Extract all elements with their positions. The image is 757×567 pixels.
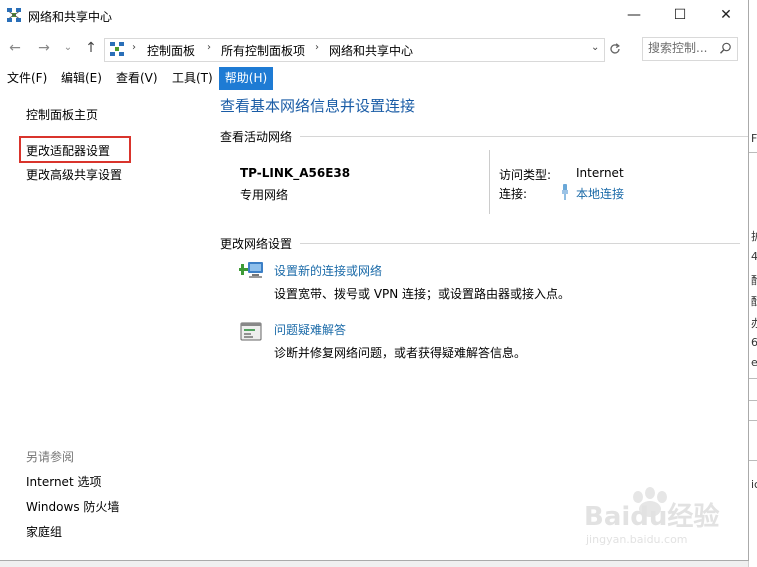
up-button[interactable]: ↑	[81, 38, 101, 58]
control-panel-icon	[110, 42, 124, 56]
section-divider	[300, 243, 740, 244]
watermark-url: jingyan.baidu.com	[585, 533, 688, 546]
windows-firewall-link[interactable]: Windows 防火墙	[26, 498, 119, 515]
network-setup-icon	[239, 262, 263, 278]
minimize-button[interactable]: —	[611, 0, 657, 32]
setup-new-connection-description: 设置宽带、拨号或 VPN 连接；或设置路由器或接入点。	[274, 287, 571, 301]
breadcrumb-network-center[interactable]: 网络和共享中心	[329, 42, 413, 59]
troubleshoot-icon	[240, 322, 262, 341]
menu-view[interactable]: 查看(V)	[111, 67, 163, 90]
title-bar[interactable]: 网络和共享中心 — ☐ ✕	[0, 0, 748, 32]
menu-bar: 文件(F) 编辑(E) 查看(V) 工具(T) 帮助(H)	[0, 67, 748, 91]
refresh-icon[interactable]	[608, 42, 622, 56]
bg-char: 6	[751, 336, 757, 349]
access-type-label: 访问类型:	[499, 168, 552, 182]
bg-char: 酌	[751, 274, 757, 287]
connections-label: 连接:	[499, 187, 528, 201]
network-category[interactable]: 专用网络	[240, 186, 288, 203]
control-panel-home-link[interactable]: 控制面板主页	[26, 106, 98, 123]
troubleshoot-link[interactable]: 问题疑难解答	[274, 321, 346, 338]
breadcrumb-control-panel[interactable]: 控制面板	[147, 42, 195, 59]
section-divider	[300, 136, 748, 137]
close-button[interactable]: ✕	[703, 0, 749, 32]
change-adapter-settings-link[interactable]: 更改适配器设置	[26, 142, 110, 159]
menu-tools[interactable]: 工具(T)	[167, 67, 218, 90]
internet-options-link[interactable]: Internet 选项	[26, 473, 101, 490]
breadcrumb-separator-icon: ›	[132, 42, 136, 53]
active-networks-header: 查看活动网络	[220, 130, 293, 144]
search-icon[interactable]	[719, 42, 732, 55]
menu-file[interactable]: 文件(F)	[2, 67, 52, 90]
local-connection-link[interactable]: 本地连接	[576, 185, 624, 202]
network-center-icon	[7, 8, 21, 22]
baidu-paw-logo: Baidu经验 jingyan.baidu.com	[584, 487, 719, 546]
bg-divider	[749, 400, 757, 401]
change-settings-header: 更改网络设置	[220, 237, 293, 251]
breadcrumb-separator-icon: ›	[315, 42, 319, 53]
bg-char: 酝	[751, 295, 757, 308]
access-type-value: Internet	[576, 166, 624, 180]
bg-char: e	[751, 356, 757, 369]
bg-divider	[749, 460, 757, 461]
bg-char: 4	[751, 250, 757, 263]
bg-divider	[749, 378, 757, 379]
address-field[interactable]: › 控制面板 › 所有控制面板项 › 网络和共享中心 ⌄	[104, 38, 605, 62]
bg-char: ic	[751, 478, 757, 491]
see-also-heading: 另请参阅	[26, 450, 75, 464]
menu-help[interactable]: 帮助(H)	[219, 67, 273, 90]
back-button[interactable]: ←	[5, 38, 25, 58]
window-title: 网络和共享中心	[28, 10, 113, 24]
bg-char: 办	[751, 317, 757, 330]
breadcrumb-separator-icon: ›	[207, 42, 211, 53]
search-box[interactable]	[642, 37, 738, 61]
network-info-divider	[489, 150, 490, 214]
bg-divider	[749, 152, 757, 153]
network-sharing-center-window: 网络和共享中心 — ☐ ✕ ← → ⌄ ↑ › 控制面板 › 所有控制面板项 ›…	[0, 0, 749, 561]
change-advanced-sharing-link[interactable]: 更改高级共享设置	[26, 166, 122, 183]
breadcrumb-all-items[interactable]: 所有控制面板项	[221, 42, 305, 59]
setup-new-connection-link[interactable]: 设置新的连接或网络	[274, 262, 382, 279]
recent-locations-button[interactable]: ⌄	[58, 38, 78, 58]
ethernet-icon	[562, 184, 568, 200]
address-bar: ← → ⌄ ↑ › 控制面板 › 所有控制面板项 › 网络和共享中心 ⌄	[0, 34, 748, 62]
left-navigation-pane: 控制面板主页 更改适配器设置 更改高级共享设置 另请参阅 Internet 选项…	[0, 92, 212, 560]
baidu-watermark: Baidu经验 jingyan.baidu.com	[582, 485, 732, 547]
maximize-button[interactable]: ☐	[657, 0, 703, 32]
chevron-down-icon[interactable]: ⌄	[591, 42, 599, 53]
bg-char: 护	[751, 230, 757, 243]
bg-char: F	[751, 132, 757, 145]
menu-edit[interactable]: 编辑(E)	[56, 67, 107, 90]
search-input[interactable]	[648, 41, 718, 55]
troubleshoot-description: 诊断并修复网络问题，或者获得疑难解答信息。	[274, 346, 527, 360]
background-window-edge: F 护 4 酌 酝 办 6 e ic	[748, 0, 757, 567]
page-title: 查看基本网络信息并设置连接	[220, 97, 416, 115]
forward-button[interactable]: →	[34, 38, 54, 58]
bg-divider	[749, 420, 757, 421]
homegroup-link[interactable]: 家庭组	[26, 523, 62, 540]
network-name: TP-LINK_A56E38	[240, 166, 351, 180]
watermark-text: Baidu经验	[584, 501, 719, 532]
